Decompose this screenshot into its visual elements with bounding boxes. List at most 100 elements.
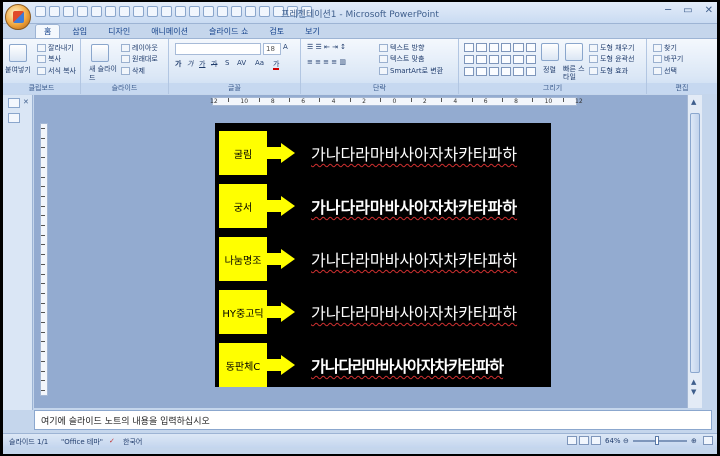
copy-button[interactable]: 복사 — [37, 54, 61, 64]
zoom-level[interactable]: 64% — [605, 437, 621, 445]
reset-button[interactable]: 원래대로 — [121, 54, 158, 64]
smartart-button[interactable]: SmartArt로 변환 — [379, 66, 443, 76]
font-label-box[interactable]: 굴림 — [219, 131, 267, 175]
italic-icon[interactable]: 가 — [187, 59, 193, 69]
font-sample-text[interactable]: 가나다라마바사아자차카타파하 — [311, 247, 517, 271]
new-slide-icon[interactable] — [91, 44, 109, 62]
slides-tab[interactable] — [8, 98, 20, 108]
tab-home[interactable]: 홈 — [35, 24, 61, 39]
align-icon[interactable]: ≡ ≡ ≡ ≡ ▥ — [307, 58, 346, 66]
shape-outline-button[interactable]: 도형 윤곽선 — [589, 54, 634, 64]
tab-slideshow[interactable]: 슬라이드 쇼 — [200, 24, 257, 39]
quick-styles-icon[interactable] — [565, 43, 583, 61]
outline-tab[interactable] — [8, 113, 20, 123]
font-size-field[interactable]: 18 — [263, 43, 281, 55]
tab-review[interactable]: 검토 — [260, 24, 293, 39]
vertical-scrollbar[interactable]: ▲ ▲ ▼ — [687, 95, 702, 408]
ruler-tick — [41, 225, 45, 226]
ruler-tick — [41, 331, 45, 333]
slide-workspace: 12 10 8 6 4 2 0 2 4 6 8 10 12 굴림 가나다라마바사아자차카타파하 궁서 가… — [34, 95, 702, 408]
notes-pane[interactable]: 여기에 슬라이드 노트의 내용을 입력하십시오 — [34, 410, 712, 430]
font-row-gulim[interactable]: 굴림 가나다라마바사아자차카타파하 — [219, 131, 549, 179]
shape-fill-label: 도형 채우기 — [600, 44, 635, 52]
shapes-gallery[interactable] — [464, 43, 536, 77]
shape-fill-button[interactable]: 도형 채우기 — [589, 43, 634, 53]
delete-button[interactable]: 삭제 — [121, 66, 145, 76]
tab-design[interactable]: 디자인 — [99, 24, 139, 39]
slide-canvas[interactable]: 굴림 가나다라마바사아자차카타파하 궁서 가나다라마바사아자차카타파하 나눔명조… — [215, 123, 551, 387]
align-text-button[interactable]: 텍스트 맞춤 — [379, 54, 424, 64]
scroll-up-icon[interactable]: ▲ — [691, 98, 696, 106]
font-sample-text[interactable]: 가나다라마바사아자차카타파하 — [311, 353, 504, 377]
font-row-dongpanche[interactable]: 동판체C 가나다라마바사아자차카타파하 — [219, 343, 549, 391]
select-button[interactable]: 선택 — [653, 66, 677, 76]
font-name-field[interactable] — [175, 43, 261, 55]
bold-icon[interactable]: 가 — [175, 59, 181, 69]
zoom-in-icon[interactable]: ⊕ — [691, 437, 697, 445]
cut-button[interactable]: 잘라내기 — [37, 43, 74, 53]
select-icon — [653, 67, 662, 75]
close-panel-icon[interactable]: ✕ — [23, 98, 29, 106]
arrange-icon[interactable] — [541, 43, 559, 61]
quick-styles-button[interactable]: 빠른 스타일 — [563, 65, 585, 81]
ruler-tick — [532, 98, 534, 102]
find-button[interactable]: 찾기 — [653, 43, 677, 53]
zoom-slider-handle[interactable] — [655, 436, 659, 445]
ruler-tick — [41, 128, 45, 129]
prev-slide-icon[interactable]: ▲ — [691, 378, 696, 386]
bullets-icon[interactable]: ☰ ☰ ⇤ ⇥ ↕ — [307, 43, 346, 51]
shape-effects-button[interactable]: 도형 효과 — [589, 66, 628, 76]
arrange-button[interactable]: 정렬 — [543, 65, 556, 75]
ruler-tick — [41, 380, 45, 382]
font-label-box[interactable]: 나눔명조 — [219, 237, 267, 281]
slide-indicator: 슬라이드 1/1 — [9, 438, 49, 446]
ruler-number: 0 — [392, 98, 397, 105]
maximize-button[interactable]: ▭ — [683, 5, 692, 16]
layout-button[interactable]: 레이아웃 — [121, 43, 158, 53]
tab-view[interactable]: 보기 — [296, 24, 329, 39]
slideshow-button[interactable] — [591, 436, 601, 445]
new-slide-button[interactable]: 새 슬라이드 — [89, 65, 117, 83]
font-row-gungseo[interactable]: 궁서 가나다라마바사아자차카타파하 — [219, 184, 549, 232]
format-painter-button[interactable]: 서식 복사 — [37, 66, 76, 76]
font-sample-text[interactable]: 가나다라마바사아자차카타파하 — [311, 141, 517, 165]
scroll-thumb[interactable] — [690, 113, 700, 373]
font-label-box[interactable]: 동판체C — [219, 343, 267, 387]
grow-font-icon[interactable]: A — [283, 43, 288, 51]
paste-button[interactable]: 붙여넣기 — [5, 65, 31, 75]
font-group: 18 A 가 가 가 가 S AV Aa 가 글꼴 — [169, 39, 301, 94]
format-painter-icon — [37, 67, 46, 75]
font-row-hy-junggothic[interactable]: HY중고딕 가나다라마바사아자차카타파하 — [219, 290, 549, 338]
normal-view-button[interactable] — [567, 436, 577, 445]
office-logo-icon — [13, 11, 24, 23]
zoom-slider[interactable] — [633, 440, 687, 442]
paste-icon[interactable] — [9, 44, 27, 62]
font-sample-text[interactable]: 가나다라마바사아자차카타파하 — [311, 300, 517, 324]
next-slide-icon[interactable]: ▼ — [691, 388, 696, 396]
font-label-box[interactable]: HY중고딕 — [219, 290, 267, 334]
underline-icon[interactable]: 가 — [199, 59, 205, 69]
fit-window-button[interactable] — [703, 436, 713, 445]
spacing-icon[interactable]: AV — [237, 59, 246, 67]
case-icon[interactable]: Aa — [255, 59, 264, 67]
font-row-nanum-myeongjo[interactable]: 나눔명조 가나다라마바사아자차카타파하 — [219, 237, 549, 285]
text-direction-button[interactable]: 텍스트 방향 — [379, 43, 424, 53]
tab-animations[interactable]: 애니메이션 — [142, 24, 197, 39]
shadow-icon[interactable]: S — [225, 59, 229, 67]
font-color-icon[interactable]: 가 — [273, 59, 280, 70]
zoom-out-icon[interactable]: ⊖ — [623, 437, 629, 445]
font-label-box[interactable]: 궁서 — [219, 184, 267, 228]
minimize-button[interactable]: ─ — [665, 5, 671, 16]
ruler-tick — [41, 283, 45, 285]
font-sample-text[interactable]: 가나다라마바사아자차카타파하 — [311, 194, 517, 218]
close-button[interactable]: ✕ — [705, 5, 713, 16]
tab-insert[interactable]: 삽입 — [63, 24, 96, 39]
spelling-status-icon[interactable]: ✓ — [109, 437, 115, 445]
strikethrough-icon[interactable]: 가 — [211, 59, 217, 69]
replace-button[interactable]: 바꾸기 — [653, 54, 683, 64]
office-button[interactable] — [5, 4, 31, 30]
slide-sorter-button[interactable] — [579, 436, 589, 445]
ruler-tick — [41, 389, 45, 391]
text-direction-label: 텍스트 방향 — [390, 44, 425, 52]
slides-panel: ✕ — [3, 95, 33, 410]
